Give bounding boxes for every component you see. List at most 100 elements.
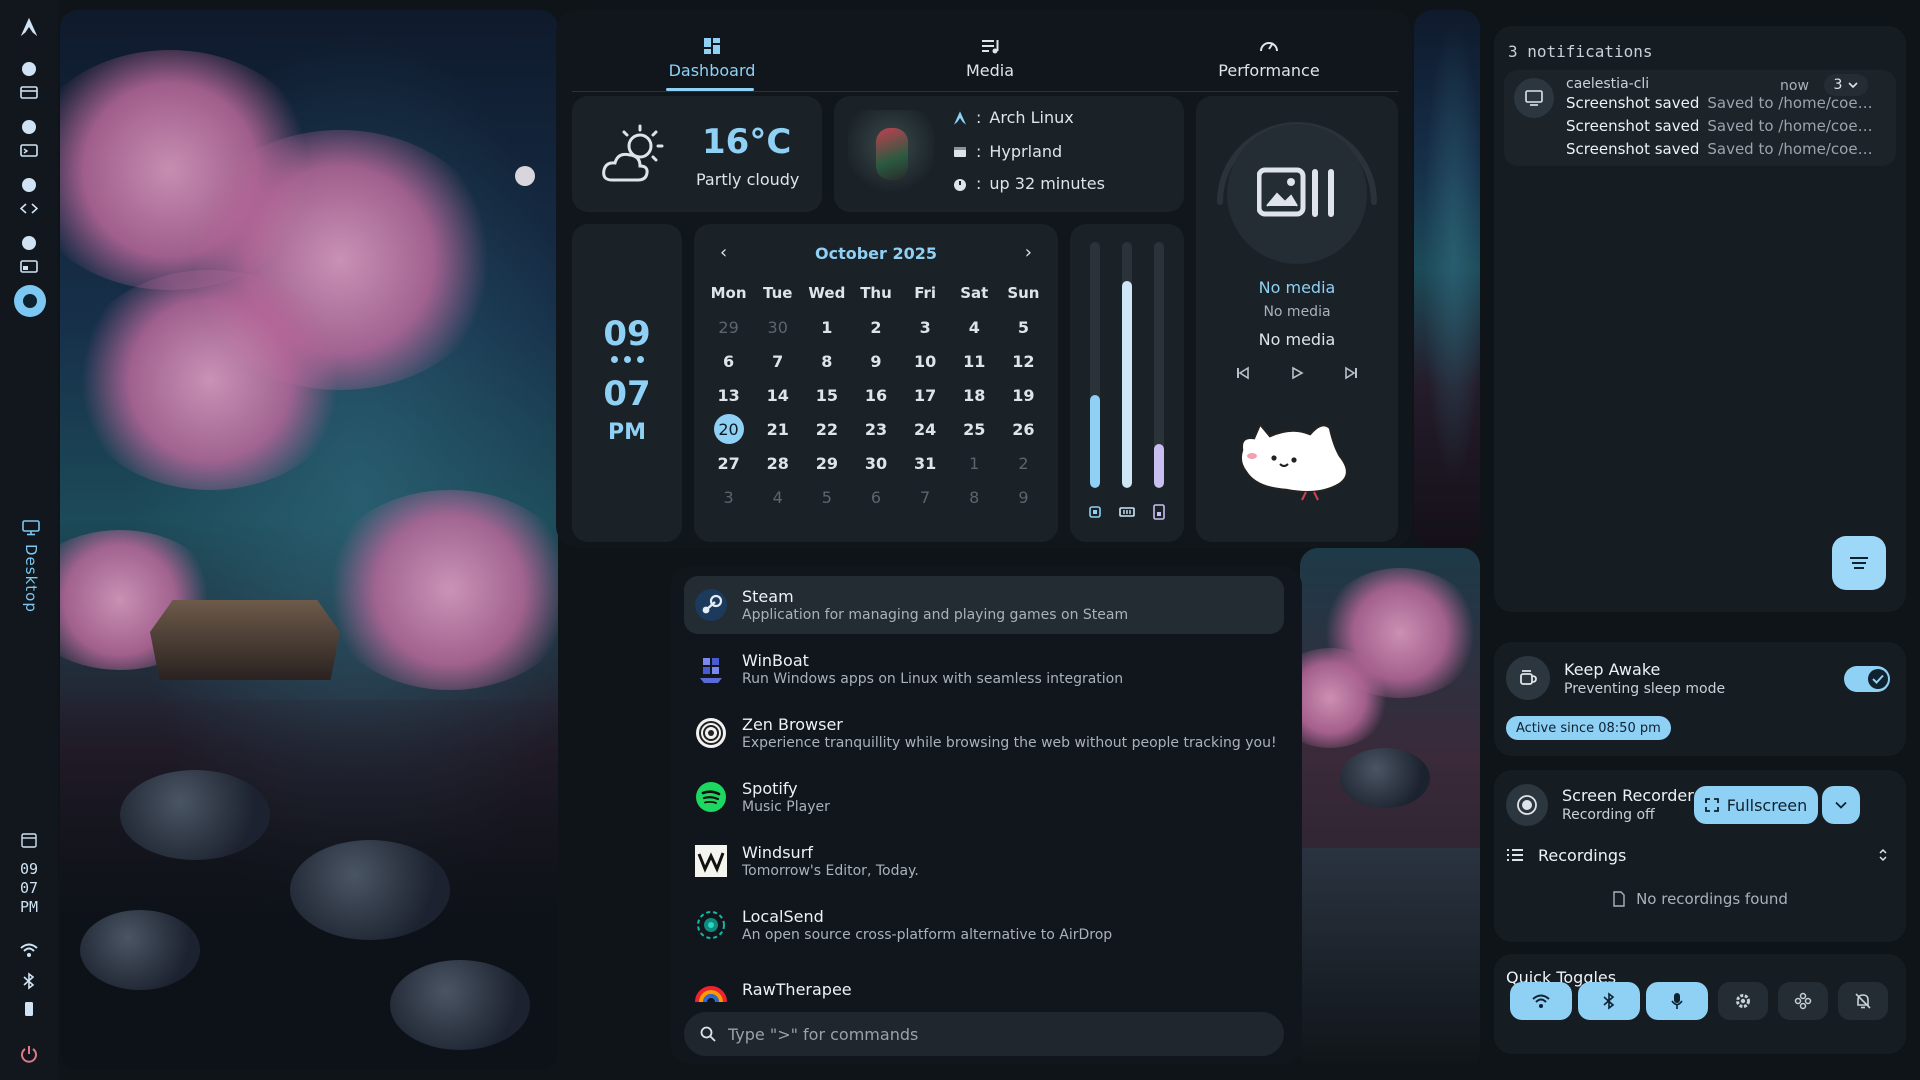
clock-hour: 09 xyxy=(603,314,651,354)
calendar-day[interactable]: 28 xyxy=(753,446,802,480)
microphone-icon xyxy=(1671,993,1683,1009)
calendar-day[interactable]: 9 xyxy=(851,344,900,378)
launcher-app-description: Music Player xyxy=(742,799,830,815)
calendar-day[interactable]: 3 xyxy=(901,310,950,344)
calendar-day[interactable]: 29 xyxy=(802,446,851,480)
calendar-day[interactable]: 11 xyxy=(950,344,999,378)
notification-expand-button[interactable]: 3 xyxy=(1824,74,1868,96)
calendar-day[interactable]: 31 xyxy=(901,446,950,480)
toggle-do-not-disturb[interactable] xyxy=(1838,982,1888,1020)
workspace-5-active[interactable] xyxy=(14,285,46,317)
calendar-day-outside-month[interactable]: 2 xyxy=(999,446,1048,480)
recorder-mode-button[interactable]: Fullscreen xyxy=(1694,786,1818,824)
calendar-day[interactable]: 22 xyxy=(802,412,851,446)
calendar-day[interactable]: 25 xyxy=(950,412,999,446)
launcher-app-text: Spotify Music Player xyxy=(742,779,830,815)
calendar-day[interactable]: 15 xyxy=(802,378,851,412)
previous-track-icon[interactable] xyxy=(1236,366,1250,380)
launcher-app-text: WinBoat Run Windows apps on Linux with se… xyxy=(742,651,1123,687)
localsend-icon xyxy=(694,908,728,942)
wm-row: : Hyprland xyxy=(952,142,1062,161)
launcher-app-name: WinBoat xyxy=(742,651,809,670)
active-window-indicator: Desktop xyxy=(16,520,46,620)
wifi-icon xyxy=(1532,994,1550,1008)
clear-notifications-button[interactable] xyxy=(1832,536,1886,590)
next-track-icon[interactable] xyxy=(1344,366,1358,380)
toggle-microphone[interactable] xyxy=(1646,982,1708,1020)
calendar-day[interactable]: 30 xyxy=(851,446,900,480)
launcher-search-input[interactable] xyxy=(728,1024,1248,1044)
calendar-day[interactable]: 10 xyxy=(901,344,950,378)
launcher-app-item[interactable]: LocalSend An open source cross-platform a… xyxy=(684,896,1284,954)
calendar-day[interactable]: 13 xyxy=(704,378,753,412)
recorder-mode-dropdown[interactable] xyxy=(1822,786,1860,824)
calendar-day-outside-month[interactable]: 1 xyxy=(950,446,999,480)
wallpaper-left xyxy=(60,10,558,1070)
calendar-weekday-label: Thu xyxy=(860,284,892,302)
toggle-settings[interactable] xyxy=(1718,982,1768,1020)
calendar-day-outside-month[interactable]: 7 xyxy=(901,480,950,514)
calendar-day[interactable]: 24 xyxy=(901,412,950,446)
notification-group[interactable]: caelestia-cli now 3 Screenshot saved Save… xyxy=(1504,70,1896,166)
calendar-day[interactable]: 2 xyxy=(851,310,900,344)
power-icon[interactable] xyxy=(20,1045,38,1063)
calendar-day[interactable]: 18 xyxy=(950,378,999,412)
toggle-game-mode[interactable] xyxy=(1778,982,1828,1020)
calendar-day[interactable]: 26 xyxy=(999,412,1048,446)
bluetooth-icon[interactable] xyxy=(22,972,36,990)
storage-usage-fill xyxy=(1154,443,1164,488)
os-row: : Arch Linux xyxy=(952,108,1074,127)
right-sidebar: 3 notifications caelestia-cli now 3 Scre… xyxy=(1480,0,1920,1080)
calendar-day[interactable]: 16 xyxy=(851,378,900,412)
toggle-bluetooth[interactable] xyxy=(1578,982,1640,1020)
wifi-icon[interactable] xyxy=(19,942,39,958)
code-icon xyxy=(20,203,38,214)
battery-icon[interactable] xyxy=(22,1000,36,1018)
tab-media[interactable]: Media xyxy=(940,22,1040,92)
calendar-day[interactable]: 12 xyxy=(999,344,1048,378)
calendar-day-outside-month[interactable]: 6 xyxy=(851,480,900,514)
calendar-day[interactable]: 8 xyxy=(802,344,851,378)
launcher-app-item[interactable]: Zen Browser Experience tranquillity while… xyxy=(684,704,1284,762)
calendar-day[interactable]: 1 xyxy=(802,310,851,344)
launcher-app-item[interactable]: WinBoat Run Windows apps on Linux with se… xyxy=(684,640,1284,698)
calendar-day[interactable]: 5 xyxy=(999,310,1048,344)
calendar-day[interactable]: 17 xyxy=(901,378,950,412)
calendar-day[interactable]: 27 xyxy=(704,446,753,480)
calendar-day-outside-month[interactable]: 29 xyxy=(704,310,753,344)
calendar-day-outside-month[interactable]: 3 xyxy=(704,480,753,514)
clock-minute: 07 xyxy=(603,374,651,414)
calendar-day[interactable]: 21 xyxy=(753,412,802,446)
toggle-wifi[interactable] xyxy=(1510,982,1572,1020)
launcher-search-bar[interactable] xyxy=(684,1012,1284,1056)
calendar-day[interactable]: 19 xyxy=(999,378,1048,412)
keep-awake-toggle[interactable] xyxy=(1844,666,1890,692)
play-icon[interactable] xyxy=(1290,366,1304,380)
recordings-toggle[interactable]: Recordings xyxy=(1506,840,1898,870)
calendar-next-button[interactable]: › xyxy=(1025,242,1032,263)
calendar-day[interactable]: 4 xyxy=(950,310,999,344)
calendar-day-outside-month[interactable]: 5 xyxy=(802,480,851,514)
launcher-app-item[interactable]: RawTherapee xyxy=(684,960,1284,1018)
calendar-day-today[interactable]: 20 xyxy=(704,412,753,446)
arch-logo-icon[interactable] xyxy=(14,12,44,42)
calendar-day-outside-month[interactable]: 4 xyxy=(753,480,802,514)
launcher-app-item[interactable]: Windsurf Tomorrow's Editor, Today. xyxy=(684,832,1284,890)
weather-description: Partly cloudy xyxy=(696,170,800,189)
calendar-card: ‹ October 2025 › Mon Tue Wed Thu Fri Sat Sun 29… xyxy=(694,224,1058,542)
calendar-day-outside-month[interactable]: 30 xyxy=(753,310,802,344)
calendar-day-outside-month[interactable]: 9 xyxy=(999,480,1048,514)
cpu-usage-fill xyxy=(1090,394,1100,488)
calendar-day[interactable]: 6 xyxy=(704,344,753,378)
tab-dashboard[interactable]: Dashboard xyxy=(662,22,762,92)
calendar-day[interactable]: 14 xyxy=(753,378,802,412)
tab-performance[interactable]: Performance xyxy=(1204,22,1334,92)
calendar-day-outside-month[interactable]: 8 xyxy=(950,480,999,514)
calendar-day[interactable]: 7 xyxy=(753,344,802,378)
launcher-app-item[interactable]: Steam Application for managing and playin… xyxy=(684,576,1284,634)
launcher-app-item[interactable]: Spotify Music Player xyxy=(684,768,1284,826)
storage-usage-bar xyxy=(1154,242,1164,488)
calendar-day[interactable]: 23 xyxy=(851,412,900,446)
recordings-label: Recordings xyxy=(1538,845,1627,865)
bar-clock[interactable]: 09 07 PM xyxy=(0,860,58,917)
